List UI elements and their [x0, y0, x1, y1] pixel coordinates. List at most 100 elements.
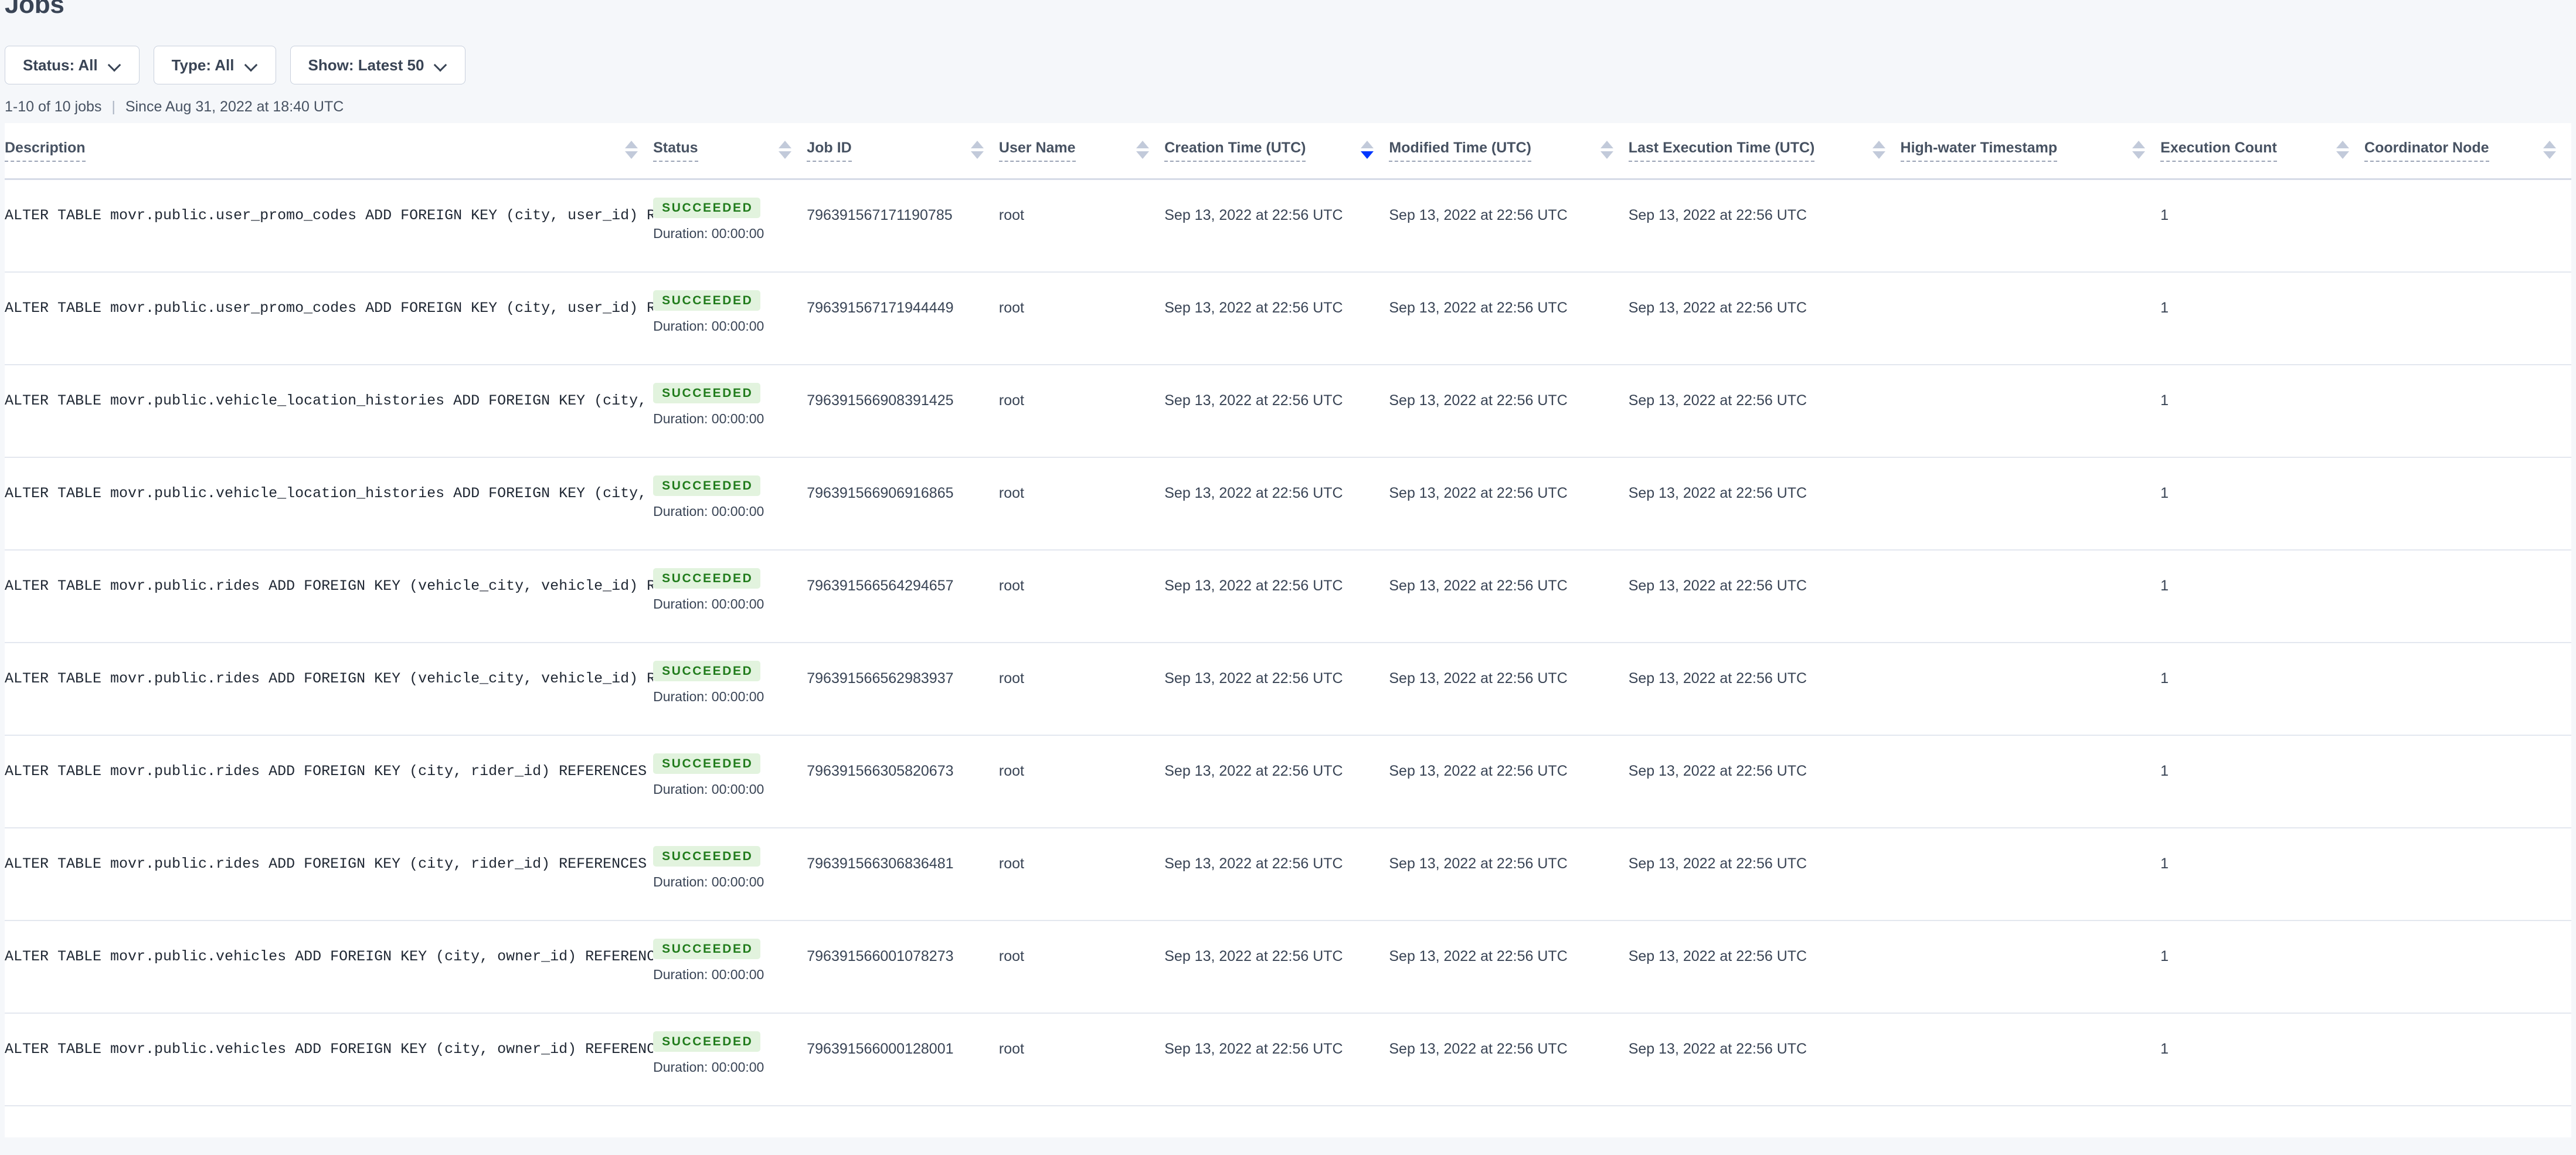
column-header-job-id[interactable]: Job ID [807, 123, 999, 179]
job-description[interactable]: ALTER TABLE movr.public.user_promo_codes… [5, 273, 653, 317]
column-label-last-execution-time[interactable]: Last Execution Time (UTC) [1629, 140, 1815, 162]
job-description[interactable]: ALTER TABLE movr.public.rides ADD FOREIG… [5, 736, 653, 780]
results-summary: 1-10 of 10 jobs | Since Aug 31, 2022 at … [5, 98, 344, 116]
jobs-table: Description Status Job ID [5, 123, 2571, 1106]
sort-toggle-modified-time[interactable] [1600, 140, 1613, 164]
cell-description[interactable]: ALTER TABLE movr.public.vehicles ADD FOR… [5, 1013, 653, 1106]
cell-description[interactable]: ALTER TABLE movr.public.rides ADD FOREIG… [5, 550, 653, 643]
column-label-user-name[interactable]: User Name [999, 140, 1076, 162]
cell-description[interactable]: ALTER TABLE movr.public.rides ADD FOREIG… [5, 643, 653, 735]
cell-status: SUCCEEDEDDuration: 00:00:00 [653, 365, 807, 457]
column-header-creation-time[interactable]: Creation Time (UTC) [1164, 123, 1389, 179]
table-row[interactable]: ALTER TABLE movr.public.rides ADD FOREIG… [5, 828, 2571, 920]
column-header-coordinator-node[interactable]: Coordinator Node [2364, 123, 2571, 179]
cell-description[interactable]: ALTER TABLE movr.public.rides ADD FOREIG… [5, 828, 653, 920]
cell-user-name: root [999, 643, 1164, 735]
cell-status: SUCCEEDEDDuration: 00:00:00 [653, 735, 807, 828]
table-row[interactable]: ALTER TABLE movr.public.rides ADD FOREIG… [5, 643, 2571, 735]
job-description[interactable]: ALTER TABLE movr.public.vehicles ADD FOR… [5, 921, 653, 965]
table-row[interactable]: ALTER TABLE movr.public.user_promo_codes… [5, 179, 2571, 273]
cell-description[interactable]: ALTER TABLE movr.public.vehicle_location… [5, 365, 653, 457]
sort-toggle-high-water-timestamp[interactable] [2132, 140, 2145, 164]
chevron-down-icon [434, 59, 447, 72]
job-description[interactable]: ALTER TABLE movr.public.vehicle_location… [5, 458, 653, 502]
column-label-execution-count[interactable]: Execution Count [2160, 140, 2277, 162]
column-label-job-id[interactable]: Job ID [807, 140, 851, 162]
cell-user-name: root [999, 828, 1164, 920]
column-header-last-execution-time[interactable]: Last Execution Time (UTC) [1629, 123, 1901, 179]
type-filter-button[interactable]: Type: All [154, 46, 276, 84]
execution-count: 1 [2160, 180, 2364, 224]
job-description[interactable]: ALTER TABLE movr.public.vehicles ADD FOR… [5, 1014, 653, 1058]
job-duration: Duration: 00:00:00 [653, 411, 807, 427]
column-header-modified-time[interactable]: Modified Time (UTC) [1389, 123, 1628, 179]
creation-time: Sep 13, 2022 at 22:56 UTC [1164, 458, 1389, 502]
table-row[interactable]: ALTER TABLE movr.public.vehicle_location… [5, 365, 2571, 457]
column-label-modified-time[interactable]: Modified Time (UTC) [1389, 140, 1531, 162]
sort-toggle-status[interactable] [779, 140, 791, 164]
sort-toggle-description[interactable] [625, 140, 638, 164]
filter-bar: Status: All Type: All Show: Latest 50 [5, 46, 465, 84]
cell-description[interactable]: ALTER TABLE movr.public.user_promo_codes… [5, 272, 653, 365]
coordinator-node [2364, 1014, 2571, 1041]
sort-toggle-coordinator-node[interactable] [2543, 140, 2556, 164]
sort-toggle-job-id[interactable] [971, 140, 984, 164]
sort-toggle-user-name[interactable] [1136, 140, 1149, 164]
creation-time: Sep 13, 2022 at 22:56 UTC [1164, 643, 1389, 687]
cell-description[interactable]: ALTER TABLE movr.public.vehicles ADD FOR… [5, 920, 653, 1013]
sort-toggle-creation-time[interactable] [1361, 140, 1374, 164]
cell-description[interactable]: ALTER TABLE movr.public.rides ADD FOREIG… [5, 735, 653, 828]
column-header-status[interactable]: Status [653, 123, 807, 179]
table-row[interactable]: ALTER TABLE movr.public.vehicles ADD FOR… [5, 920, 2571, 1013]
coordinator-node [2364, 551, 2571, 578]
job-description[interactable]: ALTER TABLE movr.public.rides ADD FOREIG… [5, 551, 653, 595]
cell-high-water-timestamp [1901, 735, 2161, 828]
job-description[interactable]: ALTER TABLE movr.public.rides ADD FOREIG… [5, 643, 653, 687]
modified-time: Sep 13, 2022 at 22:56 UTC [1389, 1014, 1628, 1058]
cell-job-id: 796391566305820673 [807, 735, 999, 828]
sort-toggle-execution-count[interactable] [2336, 140, 2349, 164]
cell-coordinator-node [2364, 457, 2571, 550]
modified-time: Sep 13, 2022 at 22:56 UTC [1389, 551, 1628, 595]
job-duration: Duration: 00:00:00 [653, 874, 807, 890]
status-badge: SUCCEEDED [653, 1031, 760, 1052]
cell-job-id: 796391567171944449 [807, 272, 999, 365]
column-header-high-water-timestamp[interactable]: High-water Timestamp [1901, 123, 2161, 179]
status-filter-button[interactable]: Status: All [5, 46, 140, 84]
cell-execution-count: 1 [2160, 920, 2364, 1013]
high-water-timestamp [1901, 365, 2161, 392]
table-row[interactable]: ALTER TABLE movr.public.user_promo_codes… [5, 272, 2571, 365]
job-description[interactable]: ALTER TABLE movr.public.rides ADD FOREIG… [5, 828, 653, 872]
cell-user-name: root [999, 1013, 1164, 1106]
cell-execution-count: 1 [2160, 828, 2364, 920]
table-row[interactable]: ALTER TABLE movr.public.vehicles ADD FOR… [5, 1013, 2571, 1106]
user-name: root [999, 180, 1164, 224]
job-id: 796391566562983937 [807, 643, 999, 687]
last-execution-time: Sep 13, 2022 at 22:56 UTC [1629, 273, 1901, 317]
table-row[interactable]: ALTER TABLE movr.public.rides ADD FOREIG… [5, 735, 2571, 828]
high-water-timestamp [1901, 828, 2161, 855]
modified-time: Sep 13, 2022 at 22:56 UTC [1389, 736, 1628, 780]
column-header-execution-count[interactable]: Execution Count [2160, 123, 2364, 179]
column-label-creation-time[interactable]: Creation Time (UTC) [1164, 140, 1306, 162]
column-label-status[interactable]: Status [653, 140, 698, 162]
column-header-description[interactable]: Description [5, 123, 653, 179]
job-description[interactable]: ALTER TABLE movr.public.user_promo_codes… [5, 180, 653, 224]
status-badge: SUCCEEDED [653, 939, 760, 959]
sort-toggle-last-execution-time[interactable] [1872, 140, 1885, 164]
column-label-description[interactable]: Description [5, 140, 86, 162]
show-filter-button[interactable]: Show: Latest 50 [290, 46, 466, 84]
table-row[interactable]: ALTER TABLE movr.public.rides ADD FOREIG… [5, 550, 2571, 643]
table-row[interactable]: ALTER TABLE movr.public.vehicle_location… [5, 457, 2571, 550]
cell-description[interactable]: ALTER TABLE movr.public.user_promo_codes… [5, 179, 653, 273]
job-description[interactable]: ALTER TABLE movr.public.vehicle_location… [5, 365, 653, 409]
cell-last-execution-time: Sep 13, 2022 at 22:56 UTC [1629, 920, 1901, 1013]
cell-coordinator-node [2364, 1013, 2571, 1106]
creation-time: Sep 13, 2022 at 22:56 UTC [1164, 273, 1389, 317]
column-header-user-name[interactable]: User Name [999, 123, 1164, 179]
cell-high-water-timestamp [1901, 1013, 2161, 1106]
column-label-high-water-timestamp[interactable]: High-water Timestamp [1901, 140, 2058, 162]
cell-description[interactable]: ALTER TABLE movr.public.vehicle_location… [5, 457, 653, 550]
column-label-coordinator-node[interactable]: Coordinator Node [2364, 140, 2489, 162]
cell-high-water-timestamp [1901, 828, 2161, 920]
